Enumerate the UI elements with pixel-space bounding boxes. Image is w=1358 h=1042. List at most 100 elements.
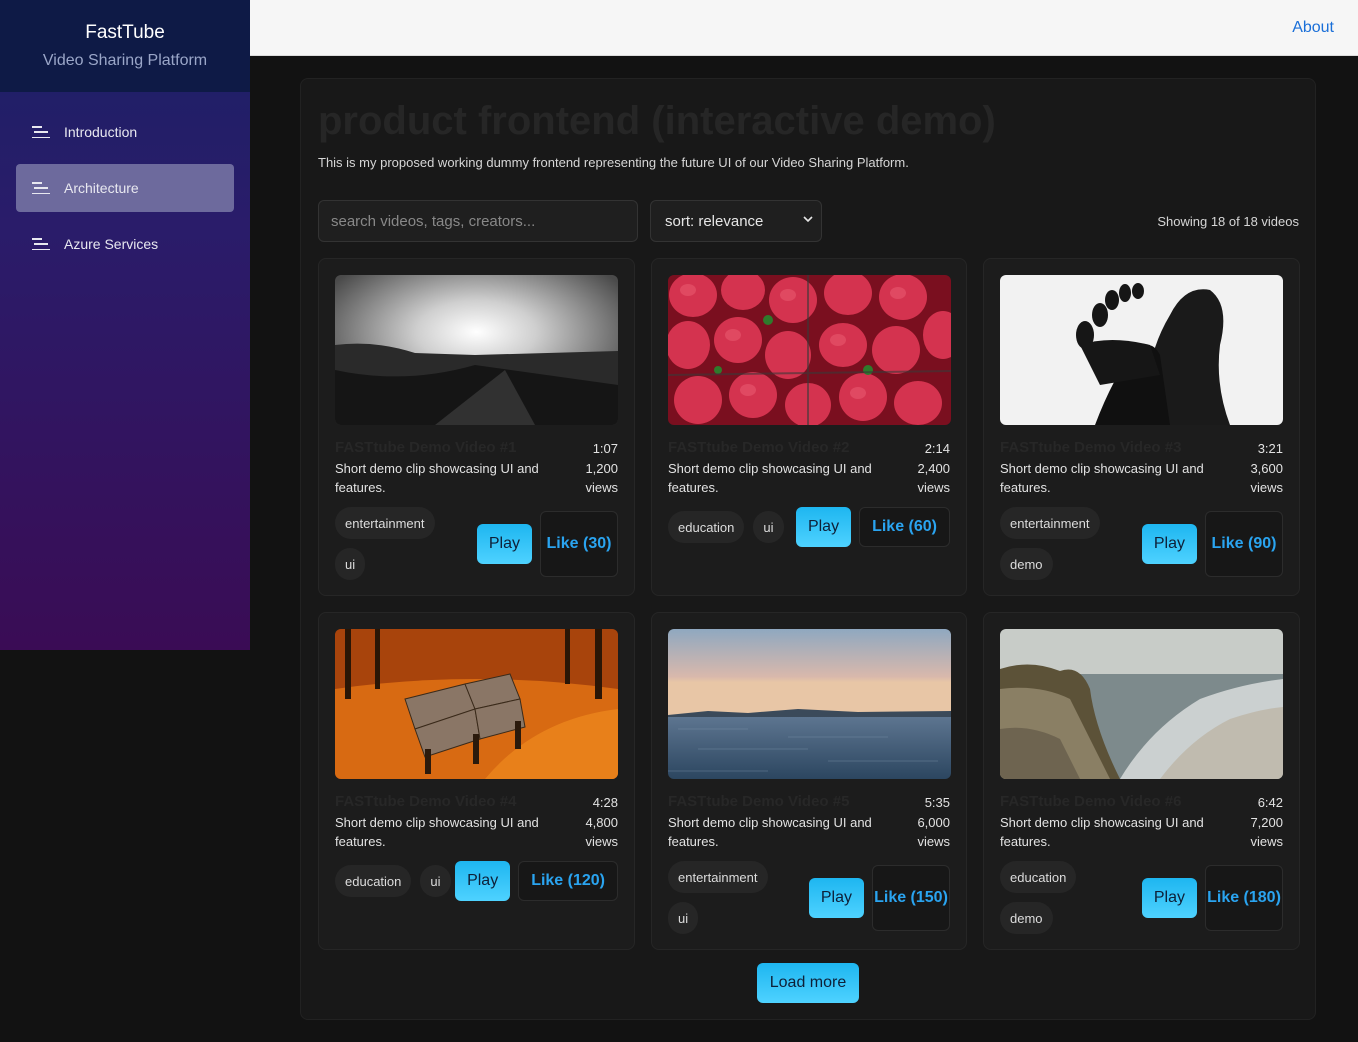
tag-chip[interactable]: ui bbox=[420, 865, 451, 897]
tag-chip[interactable]: entertainment bbox=[335, 507, 435, 539]
sort-select[interactable]: sort: relevance bbox=[650, 200, 822, 242]
video-views: 1,200 bbox=[585, 460, 618, 476]
video-views-label: views bbox=[1250, 480, 1283, 495]
video-stats: 1:07 1,200 views bbox=[585, 439, 618, 498]
play-button[interactable]: Play bbox=[808, 877, 864, 918]
play-button[interactable]: Play bbox=[455, 861, 511, 901]
video-thumbnail[interactable] bbox=[668, 275, 951, 425]
tag-chip[interactable]: education bbox=[335, 865, 412, 897]
brand-header: FastTube Video Sharing Platform bbox=[0, 0, 250, 92]
sidebar-item-label: Architecture bbox=[64, 180, 139, 196]
brand-subtitle: Video Sharing Platform bbox=[42, 52, 208, 69]
tag-chip[interactable]: education bbox=[668, 511, 745, 543]
video-duration: 1:07 bbox=[592, 441, 618, 456]
video-title[interactable]: FASTtube Demo Video #1 bbox=[335, 439, 516, 456]
video-description: Short demo clip showcasing UI and featur… bbox=[1000, 461, 1204, 495]
results-count: Showing 18 of 18 videos bbox=[1157, 214, 1299, 229]
tag-chip[interactable]: entertainment bbox=[1000, 507, 1100, 539]
load-more-button[interactable]: Load more bbox=[757, 963, 859, 1003]
chevron-down-icon bbox=[803, 216, 813, 223]
tag-list: entertainment demo bbox=[1000, 507, 1142, 580]
tag-chip[interactable]: entertainment bbox=[668, 861, 768, 893]
video-title[interactable]: FASTtube Demo Video #6 bbox=[1000, 793, 1181, 810]
video-card: FASTtube Demo Video #6 Short demo clip s… bbox=[983, 612, 1300, 950]
tag-chip[interactable]: education bbox=[1000, 861, 1077, 893]
video-grid: FASTtube Demo Video #1 Short demo clip s… bbox=[318, 258, 1300, 950]
like-button[interactable]: Like (30) bbox=[540, 510, 618, 577]
card-footer: education demo Play Like (180) bbox=[1000, 861, 1283, 934]
video-thumbnail[interactable] bbox=[335, 629, 618, 779]
sort-value: sort: relevance bbox=[665, 212, 764, 230]
video-description: Short demo clip showcasing UI and featur… bbox=[668, 461, 872, 495]
tag-chip[interactable]: ui bbox=[668, 902, 699, 934]
tag-list: education ui bbox=[668, 511, 796, 543]
card-footer: education ui Play Like (60) bbox=[668, 507, 950, 547]
like-button[interactable]: Like (90) bbox=[1205, 510, 1283, 577]
video-thumbnail[interactable] bbox=[1000, 275, 1283, 425]
video-description: Short demo clip showcasing UI and featur… bbox=[668, 815, 872, 849]
video-card: FASTtube Demo Video #4 Short demo clip s… bbox=[318, 612, 635, 950]
video-stats: 4:28 4,800 views bbox=[585, 793, 618, 852]
video-title[interactable]: FASTtube Demo Video #5 bbox=[668, 793, 849, 810]
sidebar-item-introduction[interactable]: Introduction bbox=[16, 108, 234, 156]
video-card: FASTtube Demo Video #5 Short demo clip s… bbox=[651, 612, 967, 950]
card-footer: education ui Play Like (120) bbox=[335, 861, 618, 901]
video-stats: 5:35 6,000 views bbox=[917, 793, 950, 852]
main-panel: product frontend (interactive demo) This… bbox=[300, 78, 1316, 1020]
play-button[interactable]: Play bbox=[476, 523, 532, 564]
video-title[interactable]: FASTtube Demo Video #4 bbox=[335, 793, 516, 810]
video-description: Short demo clip showcasing UI and featur… bbox=[335, 461, 539, 495]
video-thumbnail[interactable] bbox=[668, 629, 951, 779]
play-button[interactable]: Play bbox=[795, 507, 852, 547]
video-stats: 6:42 7,200 views bbox=[1250, 793, 1283, 852]
video-duration: 3:21 bbox=[1257, 441, 1283, 456]
tag-list: entertainment ui bbox=[668, 861, 809, 934]
menu-lines-icon bbox=[32, 124, 54, 140]
sidebar-item-label: Azure Services bbox=[64, 236, 159, 252]
video-title[interactable]: FASTtube Demo Video #2 bbox=[668, 439, 849, 456]
video-thumbnail[interactable] bbox=[335, 275, 618, 425]
like-button[interactable]: Like (120) bbox=[518, 861, 618, 901]
video-views-label: views bbox=[585, 480, 618, 495]
video-views-label: views bbox=[585, 834, 618, 849]
menu-lines-icon bbox=[32, 180, 54, 196]
tag-list: entertainment ui bbox=[335, 507, 477, 580]
video-views: 6,000 bbox=[917, 814, 950, 830]
video-views-label: views bbox=[917, 834, 950, 849]
video-duration: 5:35 bbox=[924, 795, 950, 810]
like-button[interactable]: Like (180) bbox=[1205, 864, 1283, 931]
video-views: 3,600 bbox=[1250, 460, 1283, 476]
play-button[interactable]: Play bbox=[1141, 523, 1197, 564]
sidebar: FastTube Video Sharing Platform Introduc… bbox=[0, 0, 250, 650]
video-duration: 6:42 bbox=[1257, 795, 1283, 810]
tag-chip[interactable]: demo bbox=[1000, 548, 1053, 580]
about-link[interactable]: About bbox=[1292, 19, 1334, 37]
tag-chip[interactable]: demo bbox=[1000, 902, 1053, 934]
sidebar-item-architecture[interactable]: Architecture bbox=[16, 164, 234, 212]
like-button[interactable]: Like (60) bbox=[859, 507, 950, 547]
card-footer: entertainment demo Play Like (90) bbox=[1000, 507, 1283, 580]
video-views: 7,200 bbox=[1250, 814, 1283, 830]
video-title[interactable]: FASTtube Demo Video #3 bbox=[1000, 439, 1181, 456]
video-description: Short demo clip showcasing UI and featur… bbox=[335, 815, 539, 849]
video-thumbnail[interactable] bbox=[1000, 629, 1283, 779]
play-button[interactable]: Play bbox=[1141, 877, 1197, 918]
sidebar-item-azure-services[interactable]: Azure Services bbox=[16, 220, 234, 268]
sidebar-item-label: Introduction bbox=[64, 124, 138, 140]
video-views-label: views bbox=[917, 480, 950, 495]
page-title: product frontend (interactive demo) bbox=[318, 99, 996, 143]
video-views: 4,800 bbox=[585, 814, 618, 830]
video-card: FASTtube Demo Video #1 Short demo clip s… bbox=[318, 258, 635, 596]
video-views-label: views bbox=[1250, 834, 1283, 849]
video-card: FASTtube Demo Video #3 Short demo clip s… bbox=[983, 258, 1300, 596]
search-input[interactable] bbox=[318, 200, 638, 242]
tag-chip[interactable]: ui bbox=[335, 548, 366, 580]
video-stats: 3:21 3,600 views bbox=[1250, 439, 1283, 498]
video-description: Short demo clip showcasing UI and featur… bbox=[1000, 815, 1204, 849]
brand-title: FastTube bbox=[85, 22, 165, 43]
video-duration: 4:28 bbox=[592, 795, 618, 810]
video-duration: 2:14 bbox=[924, 441, 950, 456]
tag-chip[interactable]: ui bbox=[753, 511, 784, 543]
video-stats: 2:14 2,400 views bbox=[917, 439, 950, 498]
like-button[interactable]: Like (150) bbox=[872, 864, 950, 931]
